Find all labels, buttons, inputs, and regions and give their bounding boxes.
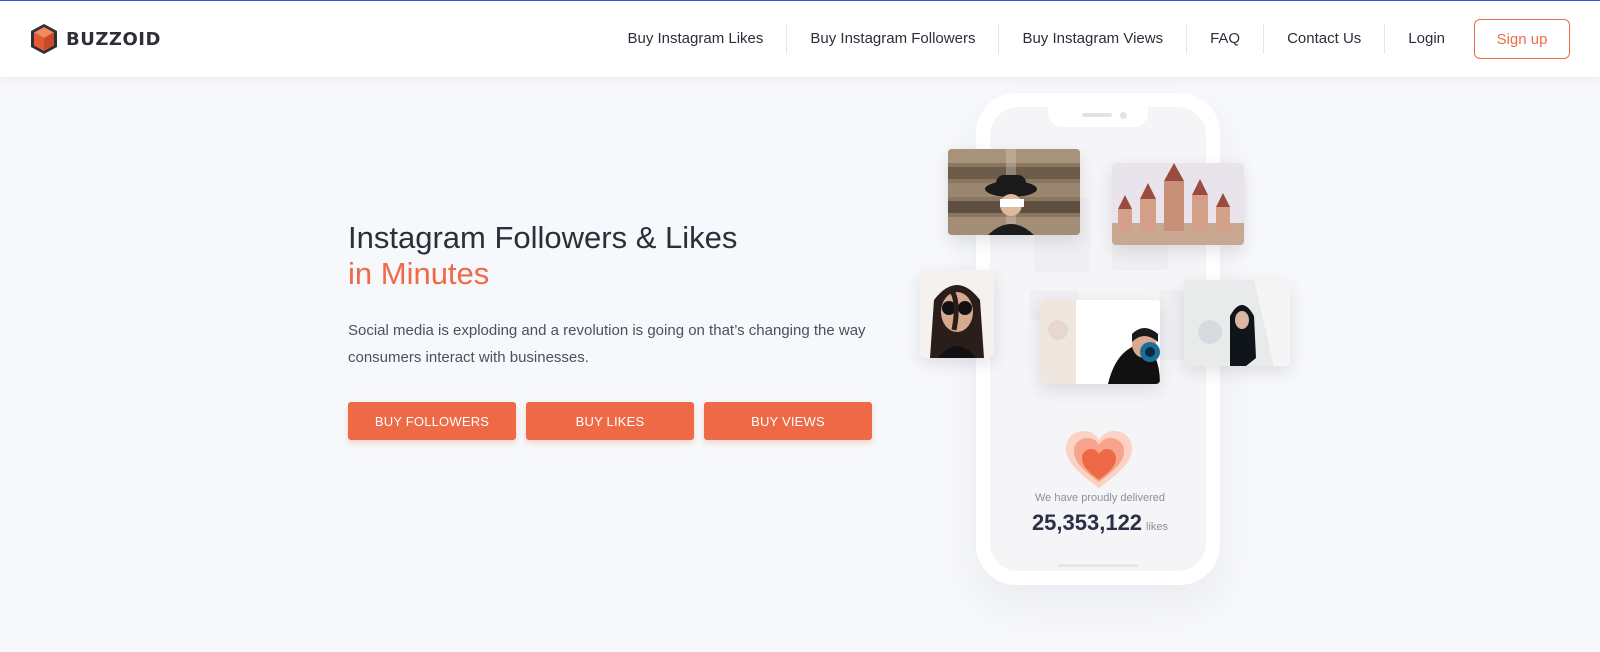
hero-description: Social media is exploding and a revoluti…	[348, 322, 866, 366]
hero-title-accent: in Minutes	[348, 256, 490, 291]
site-header: BUZZOID Buy Instagram Likes Buy Instagra…	[0, 1, 1600, 77]
photo-castle	[1112, 163, 1244, 245]
logo[interactable]: BUZZOID	[30, 23, 161, 55]
signup-button[interactable]: Sign up	[1474, 19, 1570, 59]
cube-logo-icon	[31, 24, 57, 54]
likes-unit: likes	[1146, 521, 1169, 533]
photo-woman-sunglasses	[920, 270, 994, 358]
nav-faq[interactable]: FAQ	[1187, 24, 1265, 54]
nav-login[interactable]: Login	[1385, 24, 1468, 54]
nav-buy-followers[interactable]: Buy Instagram Followers	[787, 24, 1000, 54]
nav-buy-likes[interactable]: Buy Instagram Likes	[604, 24, 788, 54]
buy-followers-button[interactable]: BUY FOLLOWERS	[348, 402, 516, 440]
hero-title: Instagram Followers & Likes in Minutes	[348, 220, 737, 292]
cta-buttons: BUY FOLLOWERS BUY LIKES BUY VIEWS	[348, 402, 872, 440]
buy-likes-button[interactable]: BUY LIKES	[526, 402, 694, 440]
nav-buy-views[interactable]: Buy Instagram Views	[999, 24, 1188, 54]
buy-views-button[interactable]: BUY VIEWS	[704, 402, 872, 440]
photo-woman-wood-wall	[948, 149, 1080, 235]
phone-camera	[1120, 112, 1127, 119]
placeholder-tile	[1160, 290, 1186, 360]
heart-icon	[1064, 430, 1134, 490]
likes-counter: 25,353,122 likes	[1000, 510, 1200, 536]
nav-contact[interactable]: Contact Us	[1264, 24, 1386, 54]
likes-count: 25,353,122	[1031, 510, 1143, 535]
photo-woman-eye	[1040, 300, 1160, 384]
hero-title-main: Instagram Followers & Likes	[348, 220, 738, 255]
delivered-caption: We have proudly delivered	[1034, 492, 1166, 504]
logo-text: BUZZOID	[66, 28, 161, 50]
phone-home-bar	[1058, 564, 1138, 567]
photo-woman-balloon	[1184, 280, 1290, 366]
main-nav: Buy Instagram Likes Buy Instagram Follow…	[604, 1, 1570, 77]
phone-speaker	[1082, 113, 1112, 117]
phone-notch	[1048, 107, 1148, 127]
